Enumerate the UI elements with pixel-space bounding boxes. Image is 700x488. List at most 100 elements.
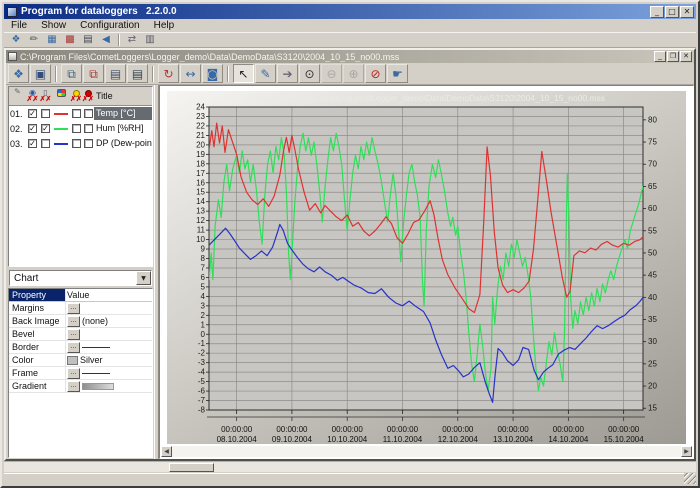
document-restore-button[interactable]: ❐ xyxy=(667,51,679,62)
scroll-left-icon[interactable]: ◀ xyxy=(161,446,172,457)
channel-checkbox[interactable] xyxy=(82,109,94,118)
ellipsis-button[interactable]: … xyxy=(67,342,80,353)
channel-checkbox[interactable] xyxy=(70,124,82,133)
trash-button[interactable]: ▥ xyxy=(141,33,159,47)
ellipsis-button[interactable]: … xyxy=(67,329,80,340)
property-row[interactable]: Back Image…(none) xyxy=(9,315,152,328)
channel-checkbox[interactable]: ✓ xyxy=(26,109,39,118)
channel-checkbox[interactable]: ✓ xyxy=(26,139,39,148)
property-row[interactable]: Margins… xyxy=(9,302,152,315)
channel-table: ✎ ◉✗✗▯✗✗ ✗✗✗✗Title 01.✓Temp [°C]02.✓✓Hum… xyxy=(8,86,153,267)
pencil-icon-column[interactable]: ✎ xyxy=(9,87,26,105)
pan-button[interactable]: ☛ xyxy=(387,64,408,83)
document-minimize-button[interactable]: _ xyxy=(654,51,666,62)
channel-row[interactable]: 03.✓DP (Dew-point) [°C] xyxy=(9,136,152,151)
channel-checkbox[interactable] xyxy=(82,124,94,133)
connect-button[interactable]: ❖ xyxy=(7,33,25,47)
menu-show[interactable]: Show xyxy=(34,20,73,31)
visible-eye-icon-column[interactable]: ◉✗✗ xyxy=(26,87,39,105)
svg-text:65: 65 xyxy=(648,182,657,191)
ellipsis-button[interactable]: … xyxy=(67,316,80,327)
palette-icon-column[interactable] xyxy=(52,87,70,105)
zoom-in-button[interactable]: ⊕ xyxy=(343,64,364,83)
print-button[interactable]: ▤ xyxy=(127,64,148,83)
resize-grip[interactable] xyxy=(684,473,696,484)
channel-row[interactable]: 01.✓Temp [°C] xyxy=(9,106,152,121)
copy-channels-button[interactable]: ⧉ xyxy=(83,64,104,83)
save-button[interactable]: ▣ xyxy=(30,64,51,83)
chart-view-button[interactable]: ▩ xyxy=(61,33,79,47)
right-axis-icon-column[interactable]: ▯✗✗ xyxy=(39,87,52,105)
close-button[interactable]: ✕ xyxy=(680,6,694,18)
open-button[interactable]: ❖ xyxy=(8,64,29,83)
table-view-button[interactable]: ▦ xyxy=(43,33,61,47)
scrollbar-thumb[interactable] xyxy=(169,463,214,472)
object-selector[interactable]: Chart ▼ xyxy=(9,270,152,286)
channel-checkbox[interactable] xyxy=(70,139,82,148)
clear-all-icon[interactable]: ✗✗ xyxy=(82,97,94,103)
channel-rows: 01.✓Temp [°C]02.✓✓Hum [%RH]03.✓DP (Dew-p… xyxy=(9,106,152,151)
print-preview-button[interactable]: ▤ xyxy=(105,64,126,83)
menu-help[interactable]: Help xyxy=(147,20,182,31)
channel-checkbox[interactable]: ✓ xyxy=(26,124,39,133)
new-document-button[interactable]: ✏ xyxy=(25,33,43,47)
document-close-button[interactable]: ✕ xyxy=(680,51,692,62)
copy-button[interactable]: ⧉ xyxy=(61,64,82,83)
checkbox-icon: ✓ xyxy=(41,124,50,133)
property-row[interactable]: Bevel… xyxy=(9,328,152,341)
chart-scrollbar[interactable]: ◀ ▶ xyxy=(161,446,692,457)
property-value: Silver xyxy=(80,355,103,365)
document-window: C:\Program Files\CometLoggers\Logger_dem… xyxy=(4,48,696,461)
tooltip-button[interactable]: ◙ xyxy=(202,64,223,83)
svg-text:00:00:00: 00:00:00 xyxy=(442,425,474,434)
select-cursor-button[interactable]: ↖ xyxy=(233,64,254,83)
transfer-button[interactable]: ⇄ xyxy=(123,33,141,47)
svg-text:20: 20 xyxy=(196,140,205,149)
export-button[interactable]: ◀ xyxy=(97,33,115,47)
maximize-button[interactable]: □ xyxy=(665,6,679,18)
edit-button[interactable]: ✎ xyxy=(255,64,276,83)
menu-file[interactable]: File xyxy=(4,20,34,31)
mdi-horizontal-scrollbar[interactable] xyxy=(4,461,696,472)
minimize-button[interactable]: _ xyxy=(650,6,664,18)
print-button[interactable]: ▤ xyxy=(79,33,97,47)
zoom-in-icon: ⊕ xyxy=(348,68,358,80)
axis-button[interactable]: ↔ xyxy=(180,64,201,83)
next-page-button[interactable]: ➔ xyxy=(277,64,298,83)
channel-row[interactable]: 02.✓✓Hum [%RH] xyxy=(9,121,152,136)
scroll-right-icon[interactable]: ▶ xyxy=(681,446,692,457)
clear-all-icon[interactable]: ✗✗ xyxy=(40,97,52,103)
clear-all-icon[interactable]: ✗✗ xyxy=(70,97,82,103)
color-swatch[interactable] xyxy=(67,356,78,365)
channel-title[interactable]: DP (Dew-point) [°C] xyxy=(94,137,152,150)
property-row[interactable]: Frame… xyxy=(9,367,152,380)
property-label: Back Image xyxy=(9,315,66,327)
ellipsis-button[interactable]: … xyxy=(67,368,80,379)
clear-all-icon[interactable]: ✗✗ xyxy=(27,97,39,103)
ellipsis-button[interactable]: … xyxy=(67,381,80,392)
channel-checkbox[interactable] xyxy=(39,109,52,118)
channel-checkbox[interactable]: ✓ xyxy=(39,124,52,133)
channel-checkbox[interactable] xyxy=(82,139,94,148)
svg-text:45: 45 xyxy=(648,271,657,280)
min-marker-icon-column[interactable]: ✗✗ xyxy=(70,87,82,105)
channel-checkbox[interactable] xyxy=(39,139,52,148)
chevron-down-icon[interactable]: ▼ xyxy=(136,271,151,285)
undo-button[interactable]: ↻ xyxy=(158,64,179,83)
ellipsis-button[interactable]: … xyxy=(67,303,80,314)
zoom-button[interactable]: ⊙ xyxy=(299,64,320,83)
chart-canvas[interactable]: -8-7-6-5-4-3-2-1012345678910111213141516… xyxy=(167,91,686,444)
svg-text:2: 2 xyxy=(201,311,206,320)
property-row[interactable]: Border… xyxy=(9,341,152,354)
svg-text:12: 12 xyxy=(196,216,205,225)
channel-title[interactable]: Temp [°C] xyxy=(94,107,152,120)
menu-configuration[interactable]: Configuration xyxy=(73,20,146,31)
property-row[interactable]: ColorSilver xyxy=(9,354,152,367)
zoom-cancel-button[interactable]: ⊘ xyxy=(365,64,386,83)
transfer-icon: ⇄ xyxy=(128,35,136,45)
channel-title[interactable]: Hum [%RH] xyxy=(94,122,152,135)
channel-checkbox[interactable] xyxy=(70,109,82,118)
property-row[interactable]: Gradient… xyxy=(9,380,152,393)
max-marker-icon-column[interactable]: ✗✗ xyxy=(82,87,94,105)
zoom-out-button[interactable]: ⊖ xyxy=(321,64,342,83)
